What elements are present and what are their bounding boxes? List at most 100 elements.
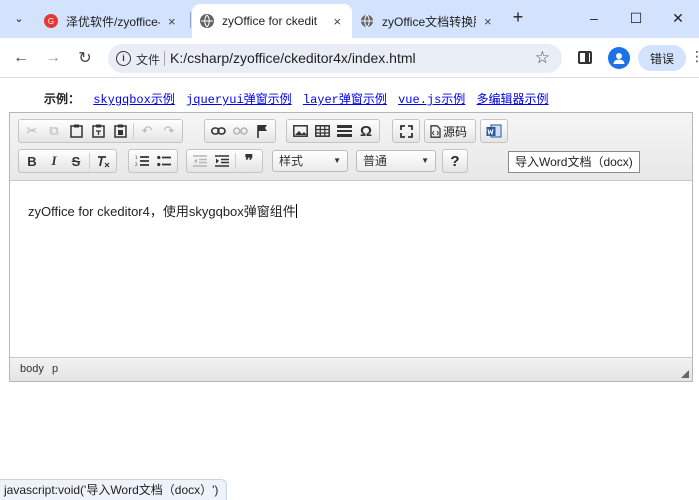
- unlink-icon[interactable]: [229, 121, 251, 141]
- minimize-button[interactable]: –: [574, 6, 614, 30]
- maximize-icon[interactable]: [395, 121, 417, 141]
- path-p[interactable]: p: [52, 363, 58, 375]
- ckeditor: ✂ ⧉ ↶ ↷ Ω 源码 B I S 1 2 ❞ 样式 ▼ 普通 ▼ ? 导入W…: [9, 112, 693, 382]
- browser-toolbar: ← → ↻ i 文件 K:/csharp/zyoffice/ckeditor4x…: [0, 38, 699, 78]
- horizontal-rule-icon[interactable]: [333, 121, 355, 141]
- examples-label: 示例：: [44, 92, 81, 106]
- source-label: 源码: [443, 124, 468, 139]
- tab-label: zyOffice for ckedit: [222, 14, 318, 28]
- toolbar-separator: [235, 153, 236, 169]
- strike-button[interactable]: S: [65, 151, 87, 171]
- tab-separator: [190, 12, 191, 28]
- image-icon[interactable]: [289, 121, 311, 141]
- tab-zyoffice-convert[interactable]: zyOffice文档转换服 ×: [352, 4, 502, 38]
- paste-icon[interactable]: [65, 121, 87, 141]
- basic-style-group: B I S: [18, 149, 117, 173]
- help-icon: ?: [450, 152, 460, 170]
- special-char-icon[interactable]: Ω: [355, 121, 377, 141]
- source-button[interactable]: 源码: [424, 119, 476, 143]
- tab-label: zyOffice文档转换服: [382, 14, 476, 29]
- link-jqueryui[interactable]: jqueryui弹窗示例: [186, 93, 292, 107]
- editor-status-bar: body p: [10, 357, 692, 381]
- editor-text: zyOffice for ckeditor4，使用skygqbox弹窗组件: [28, 204, 296, 219]
- toolbar-separator: [133, 123, 134, 139]
- format-combo[interactable]: 普通 ▼: [356, 150, 436, 172]
- close-window-button[interactable]: ✕: [658, 6, 698, 30]
- globe-icon: [200, 14, 214, 28]
- omnibox-divider: [164, 51, 165, 66]
- bookmark-star-icon[interactable]: ☆: [535, 48, 550, 68]
- globe-icon: [360, 14, 374, 28]
- import-word-button[interactable]: 导入Word文档（docx): [508, 151, 640, 173]
- link-vuejs[interactable]: vue.js示例: [398, 93, 465, 107]
- tab-zeyou[interactable]: G 泽优软件/zyoffice- ×: [36, 4, 186, 38]
- anchor-flag-icon[interactable]: [251, 121, 273, 141]
- paste-word-icon[interactable]: [109, 121, 131, 141]
- numbered-list-icon[interactable]: 12: [131, 151, 153, 171]
- site-info-label[interactable]: 文件: [136, 51, 160, 68]
- address-bar[interactable]: i 文件 K:/csharp/zyoffice/ckeditor4x/index…: [108, 44, 562, 73]
- blockquote-icon[interactable]: ❞: [238, 151, 260, 171]
- link-multi-editor[interactable]: 多编辑器示例: [477, 93, 549, 107]
- editor-toolbar: ✂ ⧉ ↶ ↷ Ω 源码 B I S 1 2 ❞ 样式 ▼ 普通 ▼ ? 导入W…: [10, 113, 692, 181]
- clipboard-group: ✂ ⧉ ↶ ↷: [18, 119, 183, 143]
- list-group: 12: [128, 149, 178, 173]
- word-import-group: [480, 119, 508, 143]
- close-icon[interactable]: ×: [330, 14, 344, 29]
- forward-button[interactable]: →: [42, 47, 64, 69]
- path-body[interactable]: body: [20, 363, 44, 375]
- word-import-icon[interactable]: [483, 121, 505, 141]
- redo-icon[interactable]: ↷: [158, 121, 180, 141]
- link-icon[interactable]: [207, 121, 229, 141]
- toolbar-separator: [89, 153, 90, 169]
- style-combo[interactable]: 样式 ▼: [272, 150, 348, 172]
- back-button[interactable]: ←: [10, 47, 32, 69]
- link-group: [204, 119, 276, 143]
- maximize-button[interactable]: ☐: [616, 6, 656, 30]
- undo-icon[interactable]: ↶: [136, 121, 158, 141]
- svg-text:1: 1: [135, 155, 138, 160]
- menu-kebab-icon[interactable]: ⋮: [690, 48, 699, 65]
- remove-format-icon[interactable]: [92, 151, 114, 171]
- copy-icon[interactable]: ⧉: [43, 121, 65, 141]
- tab-search-icon[interactable]: ⌄: [8, 7, 30, 29]
- link-layer[interactable]: layer弹窗示例: [303, 93, 387, 107]
- chevron-down-icon: ▼: [333, 156, 341, 165]
- examples-bar: 示例： skygqbox示例 jqueryui弹窗示例 layer弹窗示例 vu…: [44, 90, 553, 107]
- gitee-icon: G: [44, 14, 58, 28]
- tab-label: 泽优软件/zyoffice-: [66, 14, 160, 29]
- table-icon[interactable]: [311, 121, 333, 141]
- link-status-bar: javascript:void('导入Word文档（docx）'): [0, 479, 228, 500]
- close-icon[interactable]: ×: [482, 14, 494, 29]
- svg-text:2: 2: [135, 162, 138, 167]
- indent-group: ❞: [186, 149, 263, 173]
- url-text[interactable]: K:/csharp/zyoffice/ckeditor4x/index.html: [170, 50, 416, 66]
- reload-button[interactable]: ↻: [74, 47, 96, 69]
- source-icon: [427, 121, 443, 141]
- tab-strip: ⌄ G 泽优软件/zyoffice- × zyOffice for ckedit…: [0, 0, 699, 38]
- new-tab-button[interactable]: +: [508, 8, 528, 28]
- outdent-icon[interactable]: [189, 151, 211, 171]
- editor-content[interactable]: zyOffice for ckeditor4，使用skygqbox弹窗组件: [28, 201, 297, 220]
- insert-group: Ω: [286, 119, 380, 143]
- bulleted-list-icon[interactable]: [153, 151, 175, 171]
- info-icon[interactable]: i: [116, 51, 131, 66]
- help-button[interactable]: ?: [442, 149, 468, 173]
- indent-icon[interactable]: [211, 151, 233, 171]
- side-panel-icon[interactable]: [578, 51, 592, 64]
- close-icon[interactable]: ×: [166, 14, 178, 29]
- chevron-down-icon: ▼: [421, 156, 429, 165]
- profile-avatar-icon[interactable]: [608, 47, 630, 69]
- style-combo-value: 样式: [279, 154, 304, 168]
- cut-icon[interactable]: ✂: [21, 121, 43, 141]
- format-combo-value: 普通: [363, 154, 388, 168]
- text-cursor: [295, 204, 297, 218]
- maximize-group: [392, 119, 420, 143]
- italic-button[interactable]: I: [43, 151, 65, 171]
- resize-handle-icon[interactable]: [681, 370, 689, 378]
- bold-button[interactable]: B: [21, 151, 43, 171]
- tab-zyoffice-ckeditor[interactable]: zyOffice for ckedit ×: [192, 4, 352, 38]
- paste-text-icon[interactable]: [87, 121, 109, 141]
- link-skygqbox[interactable]: skygqbox示例: [93, 93, 175, 107]
- error-button[interactable]: 错误: [638, 45, 686, 71]
